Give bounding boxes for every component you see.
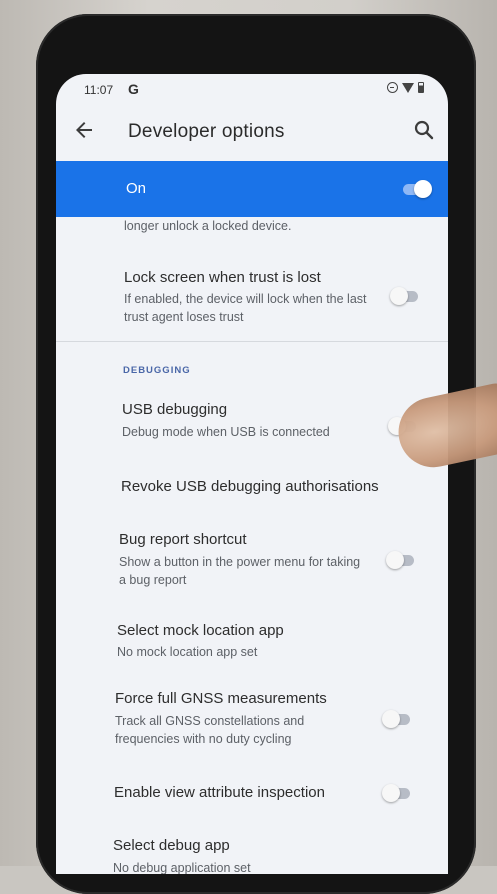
- list-item-partial[interactable]: longer unlock a locked device.: [56, 217, 448, 257]
- phone-screen: 11:07 G Developer options On longer unlo…: [56, 74, 448, 874]
- status-time: 11:07: [84, 83, 114, 97]
- battery-icon: [418, 82, 424, 93]
- list-item-revoke[interactable]: Revoke USB debugging authorisations: [56, 471, 448, 521]
- usb-debugging-title: USB debugging: [122, 401, 228, 418]
- master-toggle[interactable]: [401, 180, 432, 198]
- bug-report-toggle[interactable]: [386, 551, 416, 569]
- toggle-thumb: [390, 287, 408, 305]
- debug-app-subtitle: No debug application set: [113, 861, 251, 874]
- master-switch-label: On: [126, 180, 147, 197]
- partial-subtitle: longer unlock a locked device.: [124, 219, 292, 233]
- list-item-debug-app[interactable]: Select debug app No debug application se…: [56, 829, 448, 874]
- dnd-icon: [387, 82, 398, 93]
- search-icon[interactable]: [412, 118, 436, 142]
- bug-report-subtitle: Show a button in the power menu for taki…: [119, 555, 361, 587]
- lock-screen-toggle[interactable]: [390, 287, 420, 305]
- wifi-icon: [402, 82, 414, 93]
- revoke-title: Revoke USB debugging authorisations: [121, 478, 379, 495]
- toggle-thumb: [382, 710, 400, 728]
- debug-app-title: Select debug app: [113, 837, 230, 854]
- gnss-toggle[interactable]: [382, 710, 412, 728]
- lock-screen-subtitle: If enabled, the device will lock when th…: [124, 292, 367, 324]
- bug-report-title: Bug report shortcut: [119, 531, 247, 548]
- usb-debugging-subtitle: Debug mode when USB is connected: [122, 425, 330, 439]
- view-attribute-title: Enable view attribute inspection: [114, 784, 325, 801]
- list-item-usb-debugging[interactable]: USB debugging Debug mode when USB is con…: [56, 393, 448, 463]
- app-bar: Developer options: [56, 104, 448, 160]
- page-title: Developer options: [128, 121, 285, 142]
- gnss-title: Force full GNSS measurements: [115, 690, 327, 707]
- section-divider: [56, 341, 448, 342]
- lock-screen-title: Lock screen when trust is lost: [124, 269, 321, 286]
- mock-location-title: Select mock location app: [117, 622, 284, 639]
- list-item-bug-report[interactable]: Bug report shortcut Show a button in the…: [56, 525, 448, 605]
- master-switch-bar[interactable]: On: [56, 161, 448, 217]
- status-icons: [387, 82, 424, 93]
- google-g-icon: G: [128, 81, 139, 97]
- toggle-thumb: [414, 180, 432, 198]
- gnss-subtitle: Track all GNSS constellations and freque…: [115, 714, 305, 746]
- list-item-view-attribute[interactable]: Enable view attribute inspection: [56, 777, 448, 823]
- list-item-mock-location[interactable]: Select mock location app No mock locatio…: [56, 615, 448, 675]
- toggle-thumb: [386, 551, 404, 569]
- list-item-lock-screen[interactable]: Lock screen when trust is lost If enable…: [56, 261, 448, 341]
- mock-location-subtitle: No mock location app set: [117, 645, 258, 659]
- status-bar: 11:07 G: [56, 74, 448, 104]
- back-arrow-icon[interactable]: [72, 118, 96, 142]
- toggle-thumb: [382, 784, 400, 802]
- list-item-gnss[interactable]: Force full GNSS measurements Track all G…: [56, 683, 448, 763]
- section-header-debugging: DEBUGGING: [123, 365, 191, 376]
- view-attribute-toggle[interactable]: [382, 784, 412, 802]
